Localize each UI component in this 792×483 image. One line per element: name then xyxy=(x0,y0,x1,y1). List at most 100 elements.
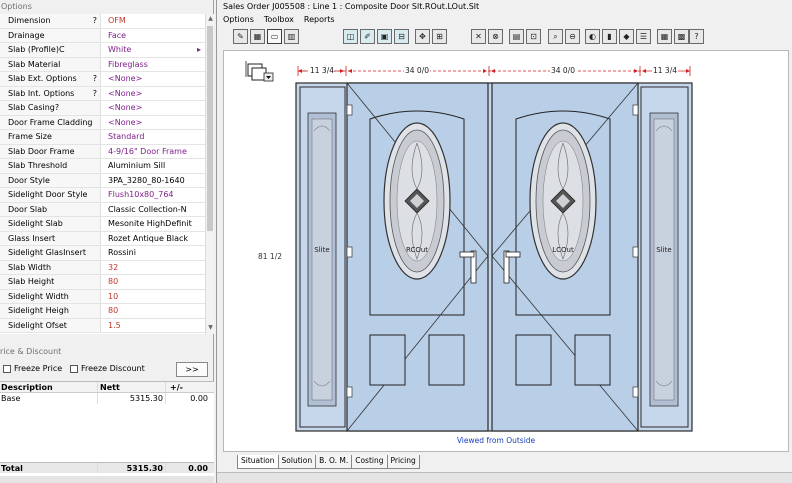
property-row[interactable]: Slab Ext. Options? <None> xyxy=(0,72,205,87)
left-door[interactable]: RCOut xyxy=(346,82,489,432)
property-value[interactable]: 3PA_3280_80-1640 xyxy=(101,174,205,188)
property-label-text: Sidelight Slab xyxy=(8,219,63,228)
property-value[interactable]: Classic Collection-N xyxy=(101,203,205,217)
property-value[interactable]: Standard xyxy=(101,130,205,144)
property-value[interactable]: 80 xyxy=(101,275,205,289)
tab-situation[interactable]: Situation xyxy=(237,455,279,469)
layout-icon[interactable]: ▥ xyxy=(284,29,299,44)
property-value[interactable]: Face xyxy=(101,29,205,43)
left-sidelight[interactable]: Slite xyxy=(299,86,346,428)
zoom-icon[interactable]: ⌕ xyxy=(548,29,563,44)
property-value[interactable]: OFM xyxy=(101,14,205,28)
plusminus-header[interactable]: +/- xyxy=(166,382,212,392)
edit-icon[interactable]: ✎ xyxy=(233,29,248,44)
move-icon[interactable]: ✥ xyxy=(415,29,430,44)
property-label-text: Drainage xyxy=(8,30,45,40)
property-value[interactable]: 4-9/16" Door Frame xyxy=(101,145,205,159)
cross-icon[interactable]: ✕ xyxy=(471,29,486,44)
property-value[interactable]: Rozet Antique Black xyxy=(101,232,205,246)
tab-bom[interactable]: B. O. M. xyxy=(315,455,353,469)
property-value[interactable]: <None> xyxy=(101,72,205,86)
teal-pen-icon[interactable]: ✐ xyxy=(360,29,375,44)
nett-header[interactable]: Nett xyxy=(98,382,166,392)
app-root: Options Dimension? OFM Drainage Face Slab (P… xyxy=(0,0,792,483)
property-value[interactable]: 80 xyxy=(101,304,205,318)
table-row[interactable]: Base 5315.30 0.00 xyxy=(0,393,214,404)
property-row[interactable]: Sidelight Heigh 80 xyxy=(0,304,205,319)
more-button[interactable]: >> xyxy=(176,362,208,377)
tab-pricing[interactable]: Pricing xyxy=(386,455,420,469)
property-row[interactable]: Door Style 3PA_3280_80-1640 xyxy=(0,173,205,188)
table-icon[interactable]: ▤ xyxy=(509,29,524,44)
description-header[interactable]: Description xyxy=(0,382,98,392)
property-row[interactable]: Slab Width 32 xyxy=(0,260,205,275)
property-row[interactable]: Door Slab Classic Collection-N xyxy=(0,202,205,217)
picture-icon[interactable]: ▩ xyxy=(674,29,689,44)
property-value[interactable]: <None> xyxy=(101,101,205,115)
property-row[interactable]: Slab Height 80 xyxy=(0,275,205,290)
mullion-icon[interactable]: ▮ xyxy=(602,29,617,44)
property-value-text: Flush10x80_764 xyxy=(108,190,174,199)
property-row[interactable]: Sidelight Width 10 xyxy=(0,289,205,304)
property-row[interactable]: Slab Threshold Aluminium Sill xyxy=(0,159,205,174)
dim-sidelight-right: 11 3/4 xyxy=(653,66,677,75)
tab-costing[interactable]: Costing xyxy=(351,455,388,469)
right-sidelight[interactable]: Slite xyxy=(640,86,689,428)
align-icon[interactable]: ⊞ xyxy=(432,29,447,44)
teal-frame-icon[interactable]: ▣ xyxy=(377,29,392,44)
property-value[interactable]: 32 xyxy=(101,261,205,275)
property-value[interactable]: Flush10x80_764 xyxy=(101,188,205,202)
grid2-icon[interactable]: ▦ xyxy=(657,29,672,44)
property-value[interactable]: Mesonite HighDefinit xyxy=(101,217,205,231)
dropdown-arrow-icon[interactable]: ▸ xyxy=(197,43,201,57)
property-row[interactable]: Dimension? OFM xyxy=(0,14,205,29)
property-value[interactable]: <None> xyxy=(101,116,205,130)
property-row[interactable]: Slab Door Frame 4-9/16" Door Frame xyxy=(0,144,205,159)
palette-icon[interactable]: ◐ xyxy=(585,29,600,44)
property-row[interactable]: Slab Int. Options? <None> xyxy=(0,86,205,101)
property-value[interactable]: Aluminium Sill xyxy=(101,159,205,173)
property-value[interactable]: Fibreglass xyxy=(101,58,205,72)
property-row[interactable]: Sidelight Door Style Flush10x80_764 xyxy=(0,188,205,203)
right-door[interactable]: LCOut xyxy=(491,82,639,432)
property-value[interactable]: White ▸ xyxy=(101,43,205,57)
property-label-text: Slab Height xyxy=(8,277,55,286)
menu-reports[interactable]: Reports xyxy=(304,15,335,27)
property-row[interactable]: Sidelight Ofset 1.5 xyxy=(0,318,205,333)
menu-options[interactable]: Options xyxy=(223,15,254,27)
list-icon[interactable]: ☰ xyxy=(636,29,651,44)
property-value[interactable]: 1.5 xyxy=(101,319,205,333)
swatch-icon[interactable]: ◆ xyxy=(619,29,634,44)
property-value[interactable]: Rossini xyxy=(101,246,205,260)
property-value[interactable]: 10 xyxy=(101,290,205,304)
grid-icon[interactable]: ▦ xyxy=(250,29,265,44)
freeze-discount-checkbox[interactable] xyxy=(70,365,78,373)
property-value[interactable]: <None> xyxy=(101,87,205,101)
property-row[interactable]: Frame Size Standard xyxy=(0,130,205,145)
property-row[interactable]: Sidelight GlasInsert Rossini xyxy=(0,246,205,261)
link-icon[interactable]: ⊗ xyxy=(488,29,503,44)
property-label: Dimension? xyxy=(0,14,101,28)
property-row[interactable]: Drainage Face xyxy=(0,28,205,43)
property-row[interactable]: Glass Insert Rozet Antique Black xyxy=(0,231,205,246)
door-drawing-canvas[interactable]: 11 3/4 34 0/0 34 0/0 11 3/4 81 1/2 Slite xyxy=(223,50,789,452)
tab-solution[interactable]: Solution xyxy=(277,455,317,469)
sash-icon[interactable]: ⊡ xyxy=(526,29,541,44)
property-row[interactable]: Sidelight Slab Mesonite HighDefinit xyxy=(0,217,205,232)
scroll-down-icon[interactable]: ▼ xyxy=(207,324,214,333)
property-row[interactable]: Slab Material Fibreglass xyxy=(0,57,205,72)
help-icon[interactable]: ? xyxy=(689,29,704,44)
frame-icon[interactable]: ▭ xyxy=(267,29,282,44)
property-row[interactable]: Slab (Profile)C White ▸ xyxy=(0,43,205,58)
freeze-price-checkbox[interactable] xyxy=(3,365,11,373)
property-row[interactable]: Slab Casing? <None> xyxy=(0,101,205,116)
property-grid-scrollbar[interactable]: ▲ ▼ xyxy=(205,14,214,334)
teal-door-icon[interactable]: ◫ xyxy=(343,29,358,44)
menu-toolbox[interactable]: Toolbox xyxy=(264,15,294,27)
frame-selector-icon[interactable] xyxy=(245,61,274,82)
property-row[interactable]: Door Frame Cladding <None> xyxy=(0,115,205,130)
teal-split-icon[interactable]: ⊟ xyxy=(394,29,409,44)
zoom-out-icon[interactable]: ⊖ xyxy=(565,29,580,44)
scroll-thumb[interactable] xyxy=(207,26,213,231)
scroll-up-icon[interactable]: ▲ xyxy=(207,15,214,24)
